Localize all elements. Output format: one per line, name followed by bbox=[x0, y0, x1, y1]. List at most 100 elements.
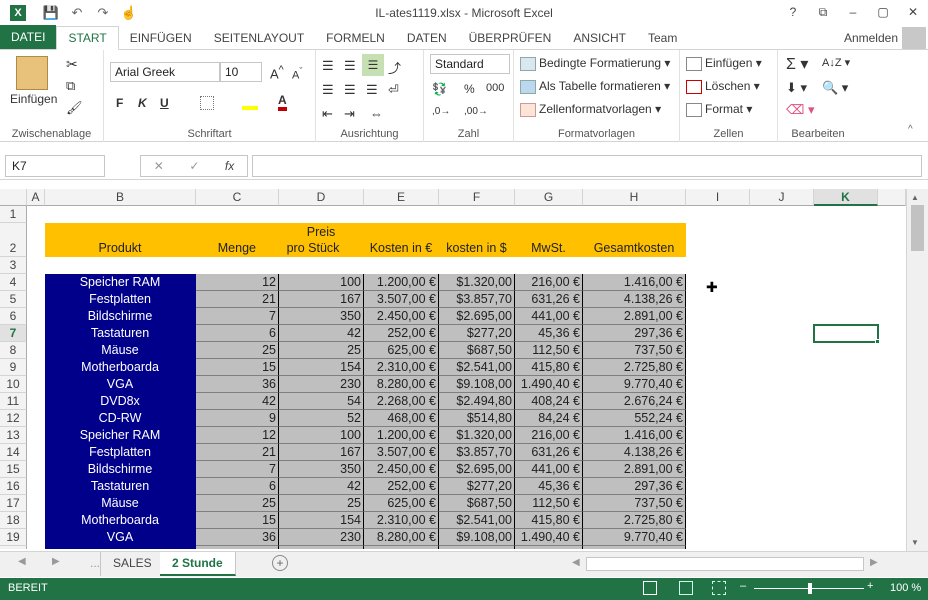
row-header[interactable]: 18 bbox=[0, 512, 27, 529]
align-middle-icon[interactable]: ☰ bbox=[344, 58, 356, 74]
align-center-icon[interactable]: ☰ bbox=[344, 82, 356, 98]
cell-preis[interactable]: 230 bbox=[279, 376, 364, 393]
sheet-prev-icon[interactable]: ◀ bbox=[18, 556, 26, 567]
col-header-h[interactable]: H bbox=[583, 189, 686, 206]
cell-menge[interactable]: 12 bbox=[196, 274, 279, 291]
col-header-d[interactable]: D bbox=[279, 189, 364, 206]
row-header[interactable]: 11 bbox=[0, 393, 27, 410]
row-header[interactable]: 19 bbox=[0, 529, 27, 546]
format-cells-button[interactable]: Format ▾ bbox=[686, 102, 752, 117]
cell-preis[interactable]: 42 bbox=[279, 478, 364, 495]
vertical-scrollbar[interactable]: ▲ ▼ bbox=[906, 189, 928, 551]
scroll-up-icon[interactable]: ▲ bbox=[911, 193, 919, 202]
shrink-font-icon[interactable]: Aˇ bbox=[292, 66, 302, 82]
zoom-in-button[interactable]: + bbox=[867, 580, 873, 592]
cell-kosten-usd[interactable]: $9.108,00 bbox=[439, 529, 515, 546]
cell-kosten-usd[interactable]: $277,20 bbox=[439, 325, 515, 342]
tab-ansicht[interactable]: ANSICHT bbox=[562, 27, 637, 49]
cell-menge[interactable]: 36 bbox=[196, 376, 279, 393]
cell-kosten-eur[interactable]: 8.280,00 € bbox=[364, 529, 439, 546]
autosum-icon[interactable]: Σ ▾ bbox=[786, 54, 808, 74]
formula-input[interactable] bbox=[252, 155, 922, 177]
merge-center-icon[interactable]: ⇔ bbox=[370, 106, 383, 121]
borders-icon[interactable] bbox=[200, 96, 214, 110]
col-header-l[interactable] bbox=[878, 189, 906, 206]
cell-gesamt[interactable]: 9.770,40 € bbox=[583, 529, 686, 546]
cell-produkt[interactable]: Festplatten bbox=[45, 444, 196, 461]
cell-gesamt[interactable]: 2.725,80 € bbox=[583, 512, 686, 529]
cell-mwst[interactable]: 1.490,40 € bbox=[515, 529, 583, 546]
row-header[interactable]: 2 bbox=[0, 223, 27, 257]
header-kosten-eur[interactable]: Kosten in € bbox=[364, 223, 439, 257]
cell-gesamt[interactable]: 2.891,00 € bbox=[583, 308, 686, 325]
fill-icon[interactable]: ⬇ ▾ bbox=[786, 80, 807, 96]
col-header-f[interactable]: F bbox=[439, 189, 515, 206]
tab-einfuegen[interactable]: EINFÜGEN bbox=[119, 27, 203, 49]
cell-mwst[interactable]: 112,50 € bbox=[515, 495, 583, 512]
cell-gesamt[interactable]: 2.891,00 € bbox=[583, 461, 686, 478]
col-header-i[interactable]: I bbox=[686, 189, 750, 206]
paste-button[interactable]: Einfügen bbox=[10, 92, 57, 106]
cell-menge[interactable]: 6 bbox=[196, 325, 279, 342]
active-cell-k7[interactable] bbox=[813, 324, 879, 343]
cell-produkt[interactable]: Motherboarda bbox=[45, 512, 196, 529]
row-header[interactable]: 13 bbox=[0, 427, 27, 444]
cell-kosten-usd[interactable]: $2.695,00 bbox=[439, 308, 515, 325]
copy-icon[interactable]: ⧉ bbox=[66, 78, 75, 94]
cell-gesamt[interactable]: 2.676,24 € bbox=[583, 393, 686, 410]
scroll-thumb[interactable] bbox=[911, 205, 924, 251]
cell-menge[interactable]: 21 bbox=[196, 444, 279, 461]
align-bottom-icon[interactable]: ☰ bbox=[362, 54, 384, 76]
cell-kosten-eur[interactable]: 3.507,00 € bbox=[364, 291, 439, 308]
cell-produkt[interactable]: Festplatten bbox=[45, 291, 196, 308]
tab-team[interactable]: Team bbox=[637, 27, 688, 49]
cell-kosten-eur[interactable]: 2.450,00 € bbox=[364, 461, 439, 478]
row-header[interactable]: 6 bbox=[0, 308, 27, 325]
cell-preis[interactable]: 154 bbox=[279, 359, 364, 376]
col-header-a[interactable]: A bbox=[27, 189, 45, 206]
format-painter-icon[interactable]: 🖌 bbox=[66, 100, 83, 116]
scroll-down-icon[interactable]: ▼ bbox=[911, 538, 919, 547]
undo-icon[interactable]: ↶ bbox=[66, 5, 88, 21]
cell-menge[interactable]: 42 bbox=[196, 393, 279, 410]
cell-preis[interactable]: 54 bbox=[279, 393, 364, 410]
close-button[interactable]: ✕ bbox=[898, 0, 928, 24]
cell-preis[interactable]: 350 bbox=[279, 461, 364, 478]
table-cell[interactable] bbox=[196, 546, 279, 549]
cell-kosten-usd[interactable]: $3.857,70 bbox=[439, 444, 515, 461]
align-top-icon[interactable]: ☰ bbox=[322, 58, 334, 74]
comma-style-icon[interactable]: 000 bbox=[486, 82, 504, 94]
insert-cells-button[interactable]: Einfügen ▾ bbox=[686, 56, 762, 71]
header-menge[interactable]: Menge bbox=[196, 223, 279, 257]
cell-mwst[interactable]: 84,24 € bbox=[515, 410, 583, 427]
cell-kosten-usd[interactable]: $2.695,00 bbox=[439, 461, 515, 478]
format-as-table-button[interactable]: Als Tabelle formatieren ▾ bbox=[520, 79, 670, 94]
font-size-select[interactable]: 10 bbox=[220, 62, 262, 82]
tab-start[interactable]: START bbox=[56, 26, 119, 50]
cell-menge[interactable]: 36 bbox=[196, 529, 279, 546]
decrease-indent-icon[interactable]: ⇤ bbox=[322, 106, 333, 122]
cell-mwst[interactable]: 45,36 € bbox=[515, 325, 583, 342]
cell-kosten-eur[interactable]: 625,00 € bbox=[364, 342, 439, 359]
row-header[interactable]: 10 bbox=[0, 376, 27, 393]
cell-preis[interactable]: 100 bbox=[279, 274, 364, 291]
cell-styles-button[interactable]: Zellenformatvorlagen ▾ bbox=[520, 102, 661, 117]
cell-menge[interactable]: 15 bbox=[196, 359, 279, 376]
cell-menge[interactable]: 12 bbox=[196, 427, 279, 444]
tab-datei[interactable]: DATEI bbox=[0, 25, 57, 49]
restore-button[interactable]: ▢ bbox=[868, 0, 898, 24]
table-cell[interactable] bbox=[515, 546, 583, 549]
normal-view-icon[interactable] bbox=[643, 581, 657, 595]
cell-menge[interactable]: 21 bbox=[196, 291, 279, 308]
cell-kosten-eur[interactable]: 2.310,00 € bbox=[364, 359, 439, 376]
cell-mwst[interactable]: 415,80 € bbox=[515, 359, 583, 376]
zoom-slider-thumb[interactable] bbox=[808, 583, 812, 594]
collapse-ribbon-icon[interactable]: ^ bbox=[908, 124, 913, 135]
cell-produkt[interactable]: Speicher RAM bbox=[45, 427, 196, 444]
orientation-icon[interactable]: ⤴ bbox=[388, 58, 401, 77]
row-header[interactable]: 5 bbox=[0, 291, 27, 308]
col-header-k[interactable]: K bbox=[814, 189, 878, 206]
cell-kosten-usd[interactable]: $1.320,00 bbox=[439, 274, 515, 291]
help-button[interactable]: ? bbox=[778, 0, 808, 24]
cancel-icon[interactable]: ✕ bbox=[154, 159, 164, 173]
